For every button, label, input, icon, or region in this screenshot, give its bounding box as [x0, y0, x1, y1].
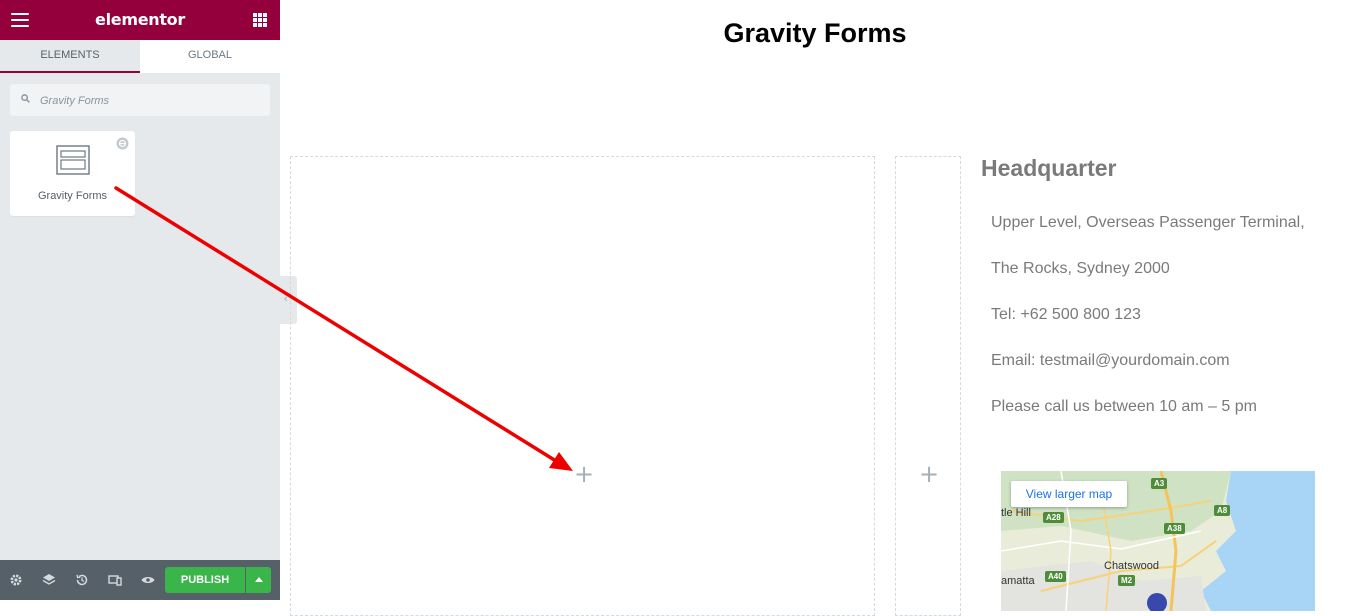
panel-tabs: Elements Global [0, 40, 280, 73]
map-place-label: amatta [1001, 575, 1035, 587]
sidebar-header: elementor [0, 0, 280, 40]
widget-gravity-forms[interactable]: Gravity Forms [10, 131, 135, 216]
email-line: Email: testmail@yourdomain.com [991, 352, 1230, 369]
form-icon [56, 145, 90, 175]
history-icon[interactable] [74, 572, 90, 588]
road-shield: A8 [1214, 505, 1231, 516]
empty-column-drop-zone[interactable] [895, 156, 961, 616]
road-shield: A40 [1045, 571, 1066, 582]
editor-sidebar: elementor Elements Global Gravity Forms [0, 0, 280, 600]
search-input[interactable] [38, 84, 262, 118]
page-title: Gravity Forms [723, 18, 907, 48]
map-place-label: Chatswood [1104, 560, 1160, 572]
chevron-left-icon: ‹ [284, 293, 288, 305]
hours-line: Please call us between 10 am – 5 pm [991, 398, 1257, 415]
plus-icon[interactable]: + [919, 462, 939, 486]
layers-icon[interactable] [41, 572, 57, 588]
map-place-label: tle Hill [1001, 507, 1031, 519]
road-shield: A28 [1043, 512, 1064, 523]
headquarter-heading: Headquarter [981, 155, 1117, 181]
widget-search [10, 84, 270, 118]
google-map[interactable]: View larger map A3 A28 A38 A8 A40 M2 tle… [1001, 471, 1315, 611]
plus-icon[interactable]: + [574, 462, 594, 486]
road-shield: A38 [1164, 523, 1185, 534]
road-shield: A3 [1151, 478, 1168, 489]
address-line: The Rocks, Sydney 2000 [991, 260, 1170, 277]
publish-options-button[interactable] [246, 567, 271, 593]
address-line: Upper Level, Overseas Passenger Terminal… [991, 214, 1305, 231]
pro-badge-icon [116, 137, 129, 150]
road-shield: M2 [1118, 575, 1136, 586]
phone-line: Tel: +62 500 800 123 [991, 306, 1141, 323]
widget-label: Gravity Forms [37, 190, 108, 202]
tab-elements[interactable]: Elements [0, 40, 140, 73]
eye-icon[interactable] [140, 572, 156, 588]
view-larger-map-link[interactable]: View larger map [1011, 481, 1127, 507]
grid-icon[interactable] [253, 13, 267, 27]
gear-icon[interactable] [8, 572, 24, 588]
tab-global[interactable]: Global [140, 40, 280, 73]
search-icon [21, 94, 30, 103]
elementor-logo: elementor [95, 10, 185, 29]
publish-button[interactable]: PUBLISH [165, 567, 245, 593]
responsive-icon[interactable] [107, 572, 123, 588]
empty-column-drop-zone[interactable] [290, 156, 875, 616]
